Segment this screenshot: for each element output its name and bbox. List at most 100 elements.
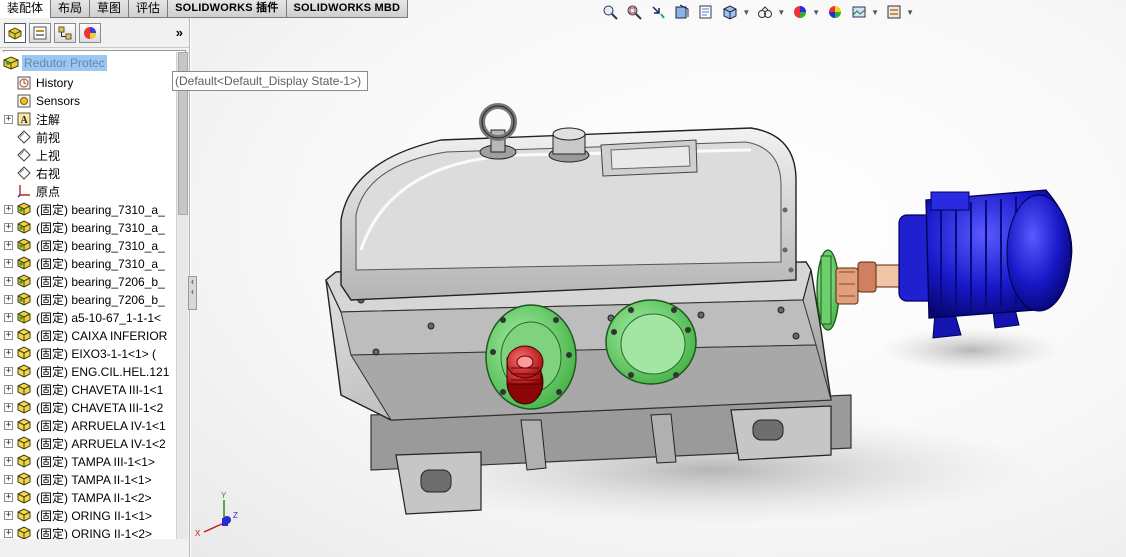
tree-item[interactable]: + (固定) TAMPA II-1<1>	[0, 470, 176, 488]
featuremanager-tree-icon[interactable]	[4, 22, 26, 43]
tree-item[interactable]: + (固定) bearing_7310_a_	[0, 200, 176, 218]
zoom-to-fit-icon[interactable]	[601, 3, 619, 21]
expand-icon[interactable]: +	[4, 528, 13, 538]
dynamic-annotation-icon[interactable]	[697, 3, 715, 21]
tree-item[interactable]: History	[0, 74, 176, 92]
property-manager-icon[interactable]	[29, 22, 51, 43]
dropdown-caret-icon[interactable]: ▼	[906, 8, 914, 17]
tree-root-label[interactable]: Redutor Protec	[22, 55, 107, 71]
tree-item[interactable]: + (固定) TAMPA III-1<1>	[0, 452, 176, 470]
expand-icon[interactable]: +	[4, 438, 13, 448]
tree-item[interactable]: + (固定) ENG.CIL.HEL.121	[0, 362, 176, 380]
expand-icon[interactable]: +	[4, 114, 13, 124]
dropdown-caret-icon[interactable]: ▼	[742, 8, 750, 17]
expand-icon[interactable]: +	[4, 312, 13, 322]
hide-show-items-icon[interactable]	[791, 3, 809, 21]
tree-item[interactable]: + (固定) CHAVETA III-1<2	[0, 398, 176, 416]
tree-scrollbar[interactable]	[176, 52, 188, 539]
expand-icon[interactable]: +	[4, 474, 13, 484]
part-icon	[16, 507, 32, 523]
tree-item-label: (固定) CHAVETA III-1<2	[36, 400, 164, 415]
plane-icon	[16, 129, 32, 145]
expand-icon[interactable]: +	[4, 366, 13, 376]
display-manager-icon[interactable]	[79, 22, 101, 43]
edit-appearance-icon[interactable]	[826, 3, 844, 21]
part-icon	[16, 381, 32, 397]
more-tabs-chevron-icon[interactable]: »	[176, 25, 183, 40]
tree-item[interactable]: + (固定) ORING II-1<2>	[0, 524, 176, 539]
expand-icon[interactable]: +	[4, 276, 13, 286]
expand-icon[interactable]: +	[4, 420, 13, 430]
tree-item[interactable]: 上视	[0, 146, 176, 164]
display-style-icon[interactable]	[756, 3, 774, 21]
expand-icon[interactable]: +	[4, 240, 13, 250]
tree-item[interactable]: 前视	[0, 128, 176, 146]
assembly-icon	[16, 255, 32, 271]
assembly-icon	[16, 237, 32, 253]
tree-item[interactable]: 右视	[0, 164, 176, 182]
expand-icon[interactable]: +	[4, 294, 13, 304]
tree-item[interactable]: + (固定) bearing_7206_b_	[0, 290, 176, 308]
tree-item-label: (固定) ORING II-1<1>	[36, 508, 153, 523]
expand-icon[interactable]: +	[4, 492, 13, 502]
expand-icon[interactable]: +	[4, 330, 13, 340]
tree-item[interactable]: + (固定) TAMPA II-1<2>	[0, 488, 176, 506]
tree-item-label: 右视	[36, 166, 61, 181]
tree-item[interactable]: + (固定) a5-10-67_1-1-1<	[0, 308, 176, 326]
expand-icon[interactable]: +	[4, 348, 13, 358]
tree-item[interactable]: + (固定) CAIXA INFERIOR	[0, 326, 176, 344]
tree-item[interactable]: + (固定) ORING II-1<1>	[0, 506, 176, 524]
tree-item[interactable]: + (固定) bearing_7310_a_	[0, 254, 176, 272]
dropdown-caret-icon[interactable]: ▼	[871, 8, 879, 17]
panel-collapse-handle[interactable]: ‹ ‹	[188, 276, 197, 310]
plane-icon	[16, 165, 32, 181]
tree-item[interactable]: + (固定) bearing_7310_a_	[0, 236, 176, 254]
assembly-icon	[16, 309, 32, 325]
tree-item[interactable]: + (固定) EIXO3-1-1<1> (	[0, 344, 176, 362]
expand-icon[interactable]: +	[4, 204, 13, 214]
tree-item-label: (固定) bearing_7310_a_	[36, 202, 165, 217]
tab-4[interactable]: SOLIDWORKS 插件	[168, 0, 287, 18]
tab-5[interactable]: SOLIDWORKS MBD	[286, 0, 409, 18]
tree-item-label: (固定) bearing_7310_a_	[36, 256, 165, 271]
tree-item-label: (固定) CAIXA INFERIOR	[36, 328, 168, 343]
section-view-icon[interactable]	[673, 3, 691, 21]
tab-2[interactable]: 草图	[90, 0, 130, 18]
tree-item-label: Sensors	[36, 94, 81, 108]
previous-view-icon[interactable]	[649, 3, 667, 21]
configuration-manager-icon[interactable]	[54, 22, 76, 43]
tree-root-row[interactable]: Redutor Protec	[0, 52, 107, 74]
assembly-icon	[16, 201, 32, 217]
expand-icon[interactable]: +	[4, 384, 13, 394]
view-orientation-icon[interactable]	[721, 3, 739, 21]
zoom-to-area-icon[interactable]	[625, 3, 643, 21]
tree-item[interactable]: + (固定) bearing_7310_a_	[0, 218, 176, 236]
svg-text:A: A	[21, 115, 29, 126]
dropdown-caret-icon[interactable]: ▼	[812, 8, 820, 17]
tree-item[interactable]: + (固定) ARRUELA IV-1<2	[0, 434, 176, 452]
tree-item-label: (固定) bearing_7206_b_	[36, 274, 165, 289]
tree-item[interactable]: Sensors	[0, 92, 176, 110]
expand-icon[interactable]: +	[4, 402, 13, 412]
tab-1[interactable]: 布局	[51, 0, 91, 18]
dropdown-caret-icon[interactable]: ▼	[777, 8, 785, 17]
view-settings-icon[interactable]	[885, 3, 903, 21]
tree-item-label: (固定) TAMPA III-1<1>	[36, 454, 155, 469]
expand-icon[interactable]: +	[4, 258, 13, 268]
tree-item[interactable]: 原点	[0, 182, 176, 200]
part-icon	[16, 363, 32, 379]
tree-item[interactable]: + (固定) ARRUELA IV-1<1	[0, 416, 176, 434]
tree-item-label: (固定) ARRUELA IV-1<1	[36, 418, 166, 433]
expand-icon[interactable]: +	[4, 222, 13, 232]
tree-item-label: 上视	[36, 148, 61, 163]
expand-icon[interactable]: +	[4, 456, 13, 466]
tab-3[interactable]: 评估	[129, 0, 169, 18]
tree-item-label: (固定) a5-10-67_1-1-1<	[36, 310, 162, 325]
apply-scene-icon[interactable]	[850, 3, 868, 21]
tree-item[interactable]: + A 注解	[0, 110, 176, 128]
tree-item[interactable]: + (固定) bearing_7206_b_	[0, 272, 176, 290]
expand-icon[interactable]: +	[4, 510, 13, 520]
tree-item-label: (固定) CHAVETA III-1<1	[36, 382, 164, 397]
tree-item[interactable]: + (固定) CHAVETA III-1<1	[0, 380, 176, 398]
tab-0[interactable]: 装配体	[0, 0, 52, 18]
